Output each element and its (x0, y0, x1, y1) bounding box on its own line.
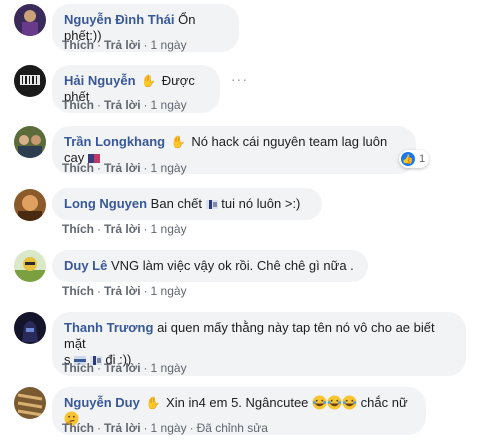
comment-text: chắc nữ (360, 395, 408, 410)
reaction-summary[interactable]: 👍 1 (399, 150, 430, 168)
comment-text: Ban chết (150, 196, 202, 211)
like-button[interactable]: Thích (62, 161, 94, 175)
like-button[interactable]: Thích (62, 284, 94, 298)
comment-timestamp[interactable]: 1 ngày (151, 98, 187, 112)
comment-author[interactable]: Nguyễn Đình Thái (64, 12, 175, 27)
avatar-image (14, 250, 46, 282)
comment-bubble: Duy Lê VNG làm việc vậy ok rồi. Chê chê … (52, 250, 368, 282)
comment-actions: Thích · Trả lời · 1 ngày (62, 38, 187, 52)
like-button[interactable]: Thích (62, 38, 94, 52)
flag-icon (205, 200, 218, 210)
comment-text: tui nó luôn >:) (221, 196, 301, 211)
reply-button[interactable]: Trả lời (104, 98, 141, 112)
avatar-image (14, 387, 46, 419)
avatar[interactable] (14, 250, 46, 282)
avatar-image (14, 189, 46, 221)
reply-button[interactable]: Trả lời (104, 421, 141, 435)
like-button[interactable]: Thích (62, 98, 94, 112)
like-button[interactable]: Thích (62, 421, 94, 435)
wave-icon: ✋ (170, 135, 186, 149)
avatar[interactable] (14, 126, 46, 158)
comment-bubble: Long Nguyen Ban chết tui nó luôn >:) (52, 188, 322, 220)
comment-actions: Thích · Trả lời · 1 ngày (62, 98, 187, 112)
comment-text: Xin in4 em 5. Ngâncutee (166, 395, 309, 410)
comment-author[interactable]: Duy Lê (64, 258, 107, 273)
avatar[interactable] (14, 387, 46, 419)
edited-label[interactable]: Đã chỉnh sửa (197, 421, 268, 435)
laughing-emoji-icon (327, 395, 342, 410)
comment-actions: Thích · Trả lời · 1 ngày (62, 361, 187, 375)
comment-actions: Thích · Trả lời · 1 ngày (62, 222, 187, 236)
avatar-image (14, 4, 46, 36)
avatar[interactable] (14, 189, 46, 221)
comment-timestamp[interactable]: 1 ngày (151, 38, 187, 52)
comment-timestamp[interactable]: 1 ngày (151, 284, 187, 298)
comment-author[interactable]: Trần Longkhang (64, 134, 165, 149)
comment-author[interactable]: Hải Nguyễn (64, 73, 136, 88)
avatar[interactable] (14, 4, 46, 36)
more-options-icon[interactable]: ··· (231, 71, 248, 87)
comment-author[interactable]: Long Nguyen (64, 196, 147, 211)
reply-button[interactable]: Trả lời (104, 161, 141, 175)
comment-timestamp[interactable]: 1 ngày (151, 161, 187, 175)
reply-button[interactable]: Trả lời (104, 284, 141, 298)
like-button[interactable]: Thích (62, 361, 94, 375)
reaction-count: 1 (419, 153, 426, 165)
wave-icon: ✋ (141, 74, 157, 88)
like-icon: 👍 (401, 152, 415, 166)
avatar-image (14, 312, 46, 344)
avatar-image (14, 126, 46, 158)
comment-timestamp[interactable]: 1 ngày (151, 421, 187, 435)
reply-button[interactable]: Trả lời (104, 38, 141, 52)
comment-timestamp[interactable]: 1 ngày (151, 361, 187, 375)
reply-button[interactable]: Trả lời (104, 361, 141, 375)
laughing-emoji-icon (312, 395, 327, 410)
avatar-image (14, 65, 46, 97)
reply-button[interactable]: Trả lời (104, 222, 141, 236)
comment-timestamp[interactable]: 1 ngày (151, 222, 187, 236)
comment-actions: Thích · Trả lời · 1 ngày (62, 161, 187, 175)
comment-actions: Thích · Trả lời · 1 ngày · Đã chỉnh sửa (62, 421, 268, 435)
comment-actions: Thích · Trả lời · 1 ngày (62, 284, 187, 298)
laughing-emoji-icon (342, 395, 357, 410)
comment-author[interactable]: Thanh Trương (64, 320, 153, 335)
avatar[interactable] (14, 65, 46, 97)
comment-author[interactable]: Nguyễn Duy (64, 395, 140, 410)
like-button[interactable]: Thích (62, 222, 94, 236)
comment-text: VNG làm việc vậy ok rồi. Chê chê gì nữa … (110, 258, 354, 273)
wave-icon: ✋ (145, 396, 161, 410)
avatar[interactable] (14, 312, 46, 344)
